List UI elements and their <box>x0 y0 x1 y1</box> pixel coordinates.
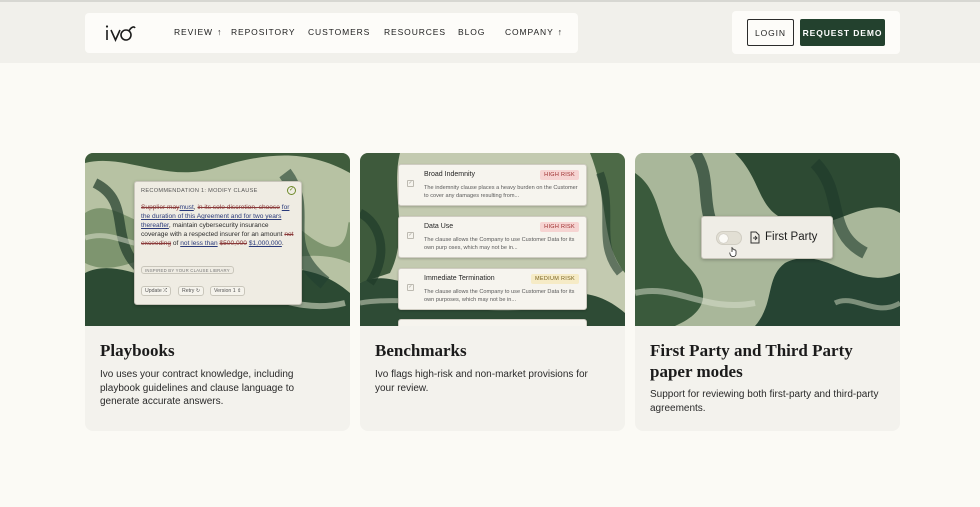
hand-cursor-icon <box>729 247 737 257</box>
benchmark-text: The clause allows the Company to use Cus… <box>424 289 575 303</box>
inserted-text: not less than <box>180 239 218 247</box>
card-title: Benchmarks <box>375 341 467 360</box>
deleted-text: Supplier may <box>141 204 180 211</box>
nav-resources-label: RESOURCES <box>384 27 446 37</box>
benchmark-text: The clause allows the Company to use Cus… <box>424 237 575 251</box>
nav-blog-label: BLOG <box>458 27 486 37</box>
version-select[interactable]: Version 1 ⇕ <box>210 286 246 296</box>
feature-card-paper-modes: First Party First Party and Third Party … <box>635 153 900 431</box>
paper-mode-panel: First Party <box>701 216 833 259</box>
deleted-text: $500,000 <box>219 239 247 247</box>
clause-library-tag: INSPIRED BY YOUR CLAUSE LIBRARY <box>141 266 234 274</box>
risk-badge: MEDIUM RISK <box>531 274 579 284</box>
benchmark-item[interactable]: ✓ Broad Indemnity HIGH RISK The indemnit… <box>398 164 587 206</box>
feature-card-playbooks: RECOMMENDATION 1: MODIFY CLAUSE ✓ Suppli… <box>85 153 350 431</box>
card-description: Ivo uses your contract knowledge, includ… <box>100 369 295 407</box>
inserted-text: must <box>179 204 194 211</box>
update-button[interactable]: Update ⤮ <box>141 286 172 296</box>
benchmarks-illustration: ✓ Broad Indemnity HIGH RISK The indemnit… <box>360 153 625 326</box>
toggle-knob <box>719 234 728 243</box>
card-description: Ivo flags high-risk and non-market provi… <box>375 369 588 394</box>
nav-customers-label: CUSTOMERS <box>308 27 371 37</box>
auth-actions: LOGIN REQUEST DEMO <box>732 11 900 54</box>
benchmark-title: Immediate Termination <box>424 275 495 282</box>
nav-review[interactable]: REVIEW ↑ <box>174 27 222 37</box>
ivo-logo[interactable] <box>103 21 137 45</box>
clause-text: . <box>281 239 284 247</box>
benchmark-item-partial <box>398 319 587 326</box>
nav-repository-label: REPOSITORY <box>231 27 296 37</box>
benchmark-title: Broad Indemnity <box>424 171 475 178</box>
paper-mode-toggle[interactable] <box>716 231 742 245</box>
inserted-text: $1,000,000 <box>248 239 282 247</box>
document-icon <box>750 231 760 244</box>
request-demo-button[interactable]: REQUEST DEMO <box>800 19 885 46</box>
arrow-up-icon: ↑ <box>216 27 223 37</box>
recommendation-panel: RECOMMENDATION 1: MODIFY CLAUSE ✓ Suppli… <box>134 181 302 305</box>
nav-blog[interactable]: BLOG <box>458 27 485 37</box>
arrow-up-icon: ↑ <box>557 27 564 37</box>
main-nav: REVIEW ↑ REPOSITORY CUSTOMERS RESOURCES … <box>85 13 578 53</box>
nav-review-label: REVIEW <box>174 27 213 37</box>
recommendation-heading: RECOMMENDATION 1: MODIFY CLAUSE <box>141 188 258 194</box>
check-circle-icon[interactable]: ✓ <box>287 186 296 195</box>
checkbox[interactable]: ✓ <box>407 284 414 291</box>
risk-badge: HIGH RISK <box>540 170 579 180</box>
paper-modes-illustration: First Party <box>635 153 900 326</box>
benchmark-text: The indemnity clause places a heavy burd… <box>424 185 578 199</box>
card-description: Support for reviewing both first-party a… <box>650 389 879 414</box>
deleted-text: in its sole discretion, choose <box>197 204 280 211</box>
clause-text: of <box>171 239 181 247</box>
nav-company[interactable]: COMPANY ↑ <box>505 27 563 37</box>
nav-repository[interactable]: REPOSITORY <box>231 27 295 37</box>
playbooks-illustration: RECOMMENDATION 1: MODIFY CLAUSE ✓ Suppli… <box>85 153 350 326</box>
nav-company-label: COMPANY <box>505 27 554 37</box>
checkbox[interactable]: ✓ <box>407 180 414 187</box>
checkbox[interactable]: ✓ <box>407 232 414 239</box>
paper-mode-label: First Party <box>765 231 818 243</box>
risk-badge: HIGH RISK <box>540 222 579 232</box>
login-button[interactable]: LOGIN <box>747 19 794 46</box>
nav-resources[interactable]: RESOURCES <box>384 27 446 37</box>
nav-customers[interactable]: CUSTOMERS <box>308 27 370 37</box>
benchmark-title: Data Use <box>424 223 454 230</box>
card-title: First Party and Third Party paper modes <box>650 341 853 381</box>
retry-button[interactable]: Retry ↻ <box>178 286 205 296</box>
benchmark-item[interactable]: ✓ Immediate Termination MEDIUM RISK The … <box>398 268 587 310</box>
benchmark-item[interactable]: ✓ Data Use HIGH RISK The clause allows t… <box>398 216 587 258</box>
feature-card-benchmarks: ✓ Broad Indemnity HIGH RISK The indemnit… <box>360 153 625 431</box>
recommendation-clause-text: Supplier maymust, in its sole discretion… <box>141 204 295 249</box>
card-title: Playbooks <box>100 341 175 360</box>
